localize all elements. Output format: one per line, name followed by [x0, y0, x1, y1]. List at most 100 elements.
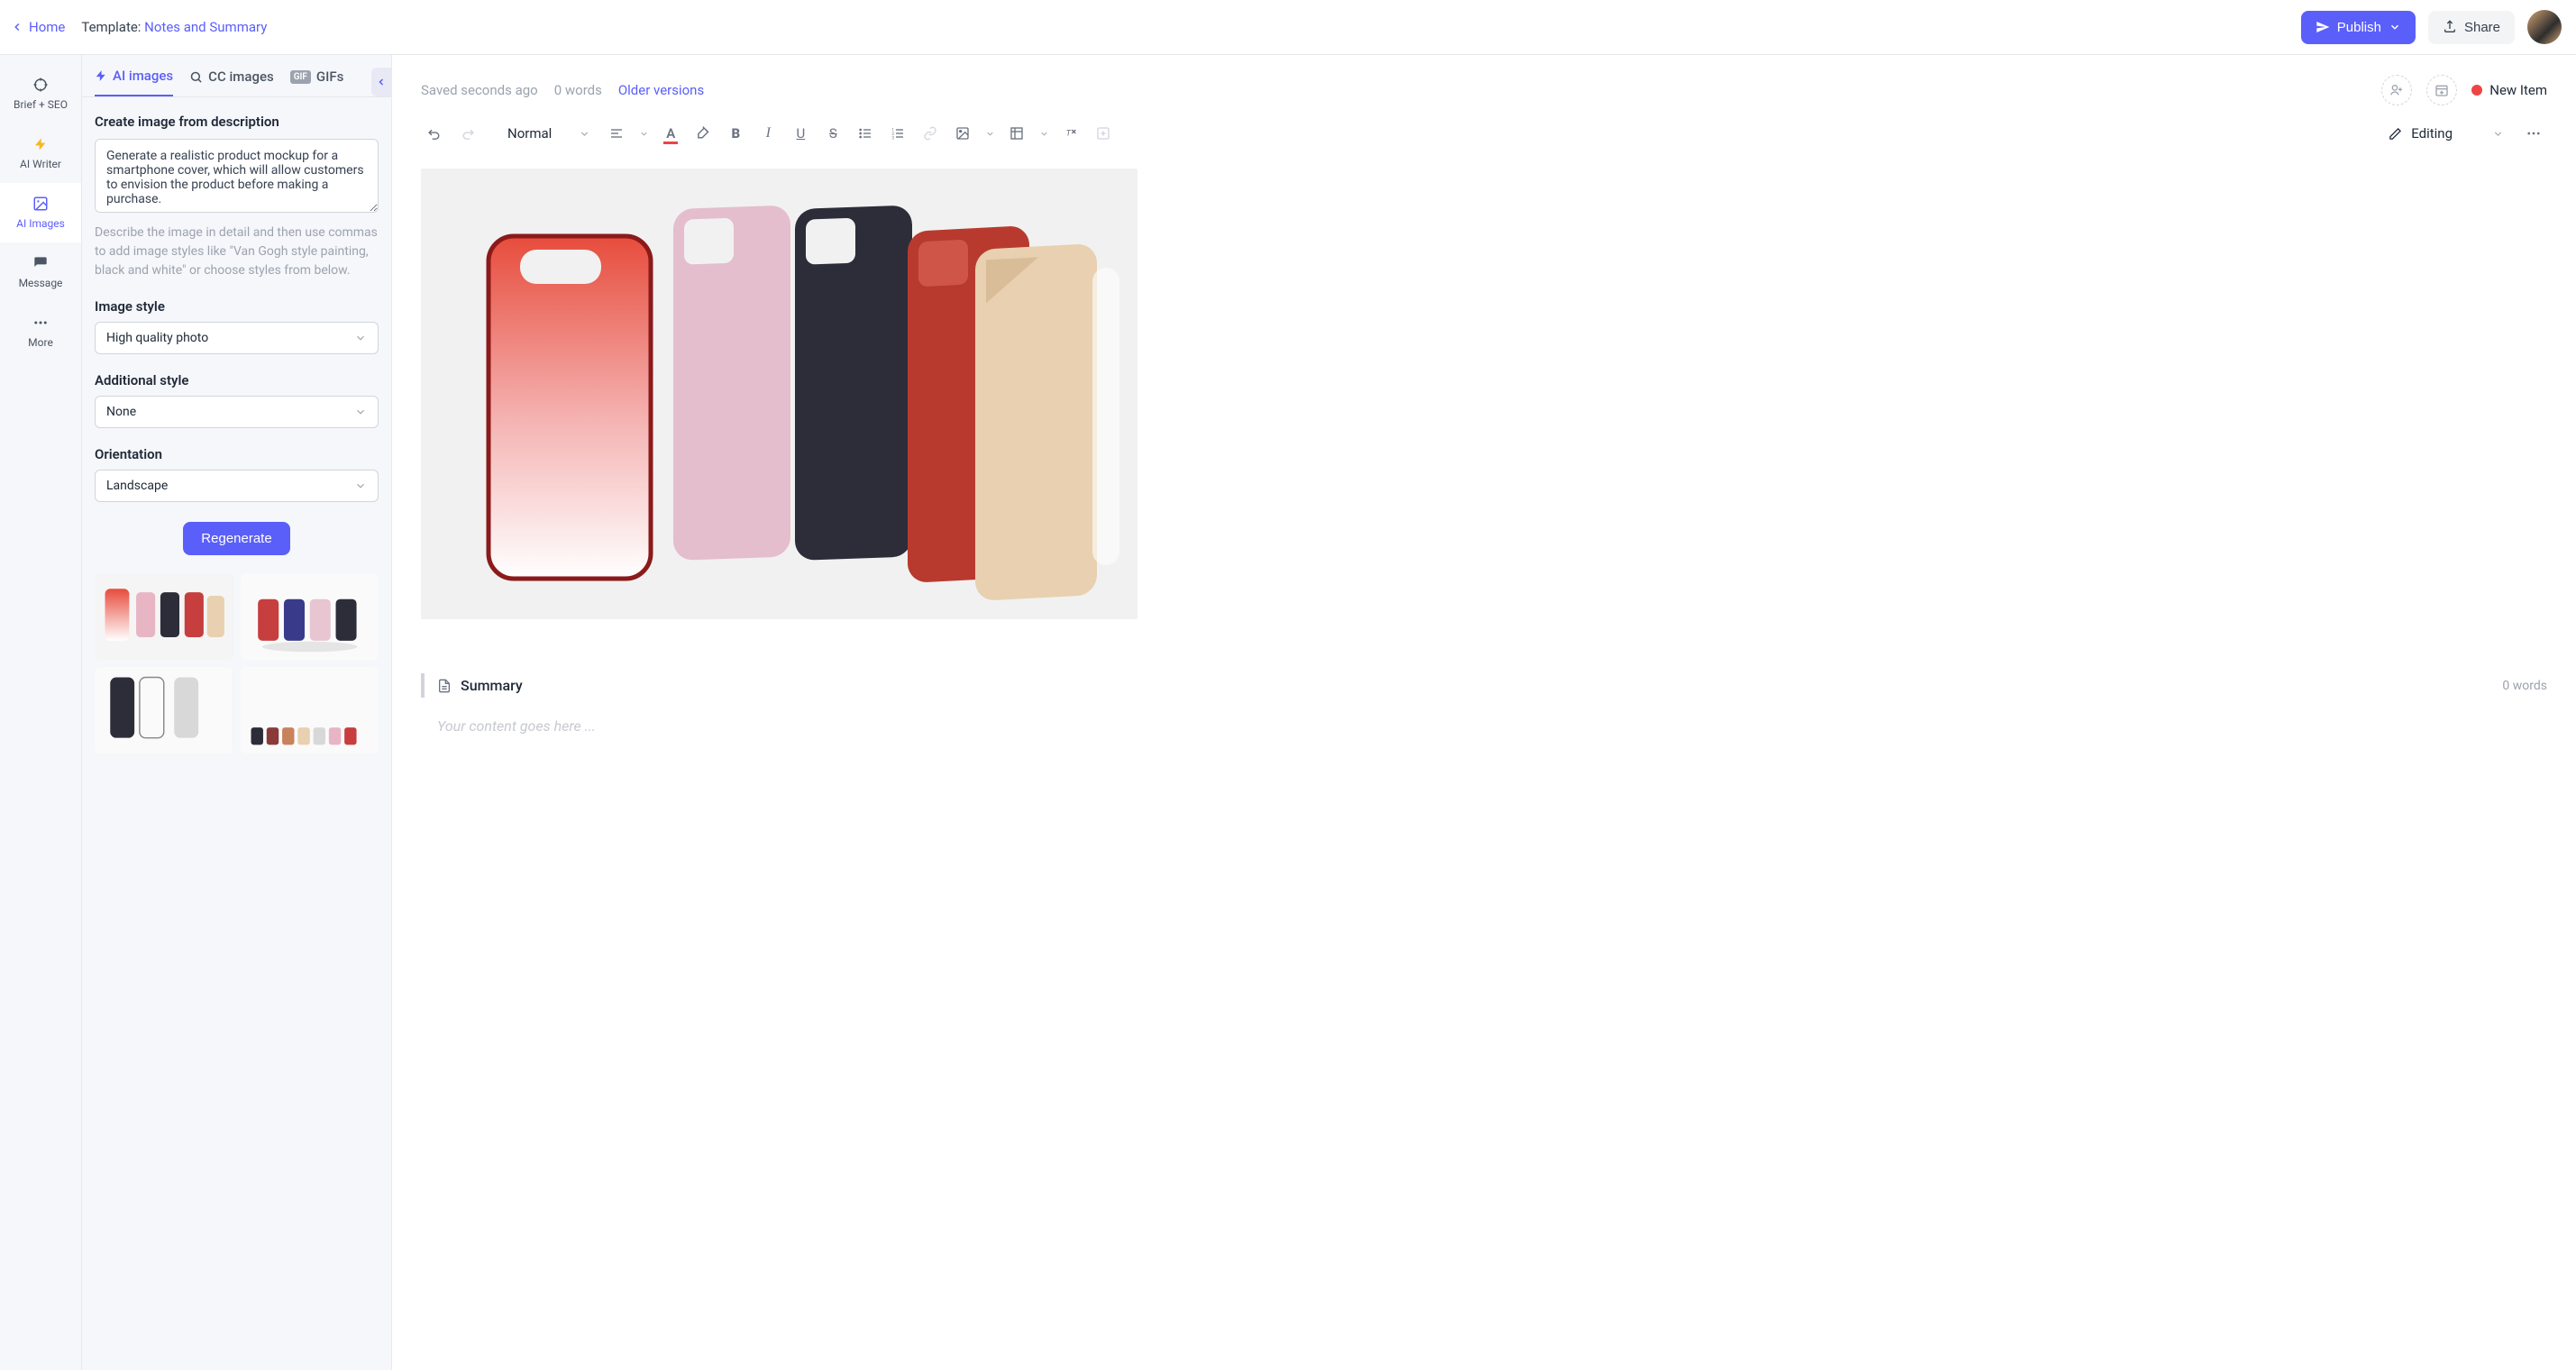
- align-button[interactable]: [603, 120, 630, 147]
- share-label: Share: [2464, 20, 2500, 35]
- nav-brief-seo[interactable]: Brief + SEO: [0, 64, 81, 123]
- summary-header: Summary 0 words: [421, 673, 2547, 698]
- font-color-button[interactable]: A: [657, 120, 684, 147]
- thumbnail-2[interactable]: [241, 573, 379, 660]
- align-left-icon: [609, 126, 624, 141]
- number-list-icon: 123: [891, 126, 905, 141]
- dots-icon: [2526, 125, 2542, 142]
- add-calendar-button[interactable]: [2426, 75, 2457, 105]
- strike-button[interactable]: S: [819, 120, 846, 147]
- bold-button[interactable]: B: [722, 120, 749, 147]
- bold-icon: B: [731, 125, 740, 142]
- insert-button[interactable]: [1090, 120, 1117, 147]
- image-icon: [32, 196, 49, 212]
- publish-button[interactable]: Publish: [2301, 11, 2416, 44]
- undo-button[interactable]: [421, 120, 448, 147]
- orientation-select[interactable]: Landscape: [95, 470, 379, 502]
- new-item-label: New Item: [2489, 82, 2547, 98]
- chevron-left-icon: [376, 77, 387, 87]
- highlight-button[interactable]: [690, 120, 717, 147]
- left-nav: Brief + SEO AI Writer AI Images Message …: [0, 55, 82, 1370]
- format-select[interactable]: Normal: [500, 125, 598, 142]
- table-button[interactable]: [1003, 120, 1030, 147]
- plus-box-icon: [1096, 126, 1110, 141]
- sidebar-panel: AI images CC images GIF GIFs Create imag…: [82, 55, 392, 1370]
- chevron-down-icon: [1039, 129, 1049, 139]
- style-select[interactable]: High quality photo: [95, 322, 379, 354]
- tab-cc-images[interactable]: CC images: [189, 68, 274, 96]
- nav-message[interactable]: Message: [0, 242, 81, 302]
- nav-label: Brief + SEO: [14, 98, 68, 111]
- nav-more[interactable]: More: [0, 302, 81, 361]
- chevron-left-icon: [11, 21, 23, 33]
- summary-block: Summary 0 words Your content goes here .…: [421, 673, 2547, 735]
- summary-word-count: 0 words: [2502, 679, 2547, 693]
- thumbnail-1[interactable]: [95, 573, 233, 660]
- nav-ai-images[interactable]: AI Images: [0, 183, 81, 242]
- undo-icon: [427, 126, 443, 142]
- editor-meta: Saved seconds ago 0 words Older versions…: [392, 55, 2576, 114]
- collapse-sidebar-button[interactable]: [371, 68, 391, 96]
- bullet-list-icon: [858, 126, 872, 141]
- home-label: Home: [29, 19, 65, 35]
- nav-ai-writer[interactable]: AI Writer: [0, 123, 81, 183]
- template-link[interactable]: Notes and Summary: [144, 19, 267, 35]
- link-button[interactable]: [917, 120, 944, 147]
- chevron-down-icon: [639, 129, 649, 139]
- meta-right: New Item: [2381, 75, 2547, 105]
- help-text: Describe the image in detail and then us…: [95, 224, 379, 280]
- italic-icon: I: [766, 125, 771, 142]
- style-value: High quality photo: [106, 331, 208, 345]
- redo-button[interactable]: [453, 120, 480, 147]
- topbar-right: Publish Share: [2301, 10, 2562, 44]
- image-button[interactable]: [949, 120, 976, 147]
- additional-select[interactable]: None: [95, 396, 379, 428]
- table-dropdown[interactable]: [1036, 120, 1052, 147]
- search-icon: [189, 70, 203, 84]
- underline-button[interactable]: U: [787, 120, 814, 147]
- tab-gifs[interactable]: GIF GIFs: [290, 68, 344, 96]
- create-title: Create image from description: [95, 114, 379, 130]
- editing-mode[interactable]: Editing: [2378, 125, 2515, 142]
- calendar-plus-icon: [2434, 83, 2449, 97]
- clear-format-button[interactable]: T: [1057, 120, 1084, 147]
- tab-label: GIFs: [316, 68, 343, 85]
- more-button[interactable]: [2520, 120, 2547, 147]
- hero-image[interactable]: [421, 169, 1137, 619]
- chevron-down-icon: [354, 480, 367, 492]
- user-plus-icon: [2389, 83, 2404, 97]
- content-placeholder[interactable]: Your content goes here ...: [421, 717, 2547, 735]
- editing-label: Editing: [2411, 125, 2453, 142]
- italic-button[interactable]: I: [754, 120, 781, 147]
- regenerate-button[interactable]: Regenerate: [183, 522, 289, 555]
- bullet-list-button[interactable]: [852, 120, 879, 147]
- number-list-button[interactable]: 123: [884, 120, 911, 147]
- format-value: Normal: [507, 125, 552, 142]
- additional-label: Additional style: [95, 372, 379, 388]
- align-dropdown[interactable]: [635, 120, 652, 147]
- add-user-button[interactable]: [2381, 75, 2412, 105]
- tab-ai-images[interactable]: AI images: [95, 68, 173, 96]
- older-versions-link[interactable]: Older versions: [618, 82, 704, 98]
- status-dot-red: [2471, 85, 2482, 96]
- template-breadcrumb: Template: Notes and Summary: [81, 19, 267, 35]
- word-count: 0 words: [554, 82, 602, 98]
- prompt-input[interactable]: [95, 139, 379, 213]
- redo-icon: [460, 126, 475, 142]
- avatar[interactable]: [2527, 10, 2562, 44]
- chevron-down-icon: [354, 406, 367, 418]
- pencil-icon: [2389, 127, 2402, 141]
- underline-icon: U: [796, 125, 805, 142]
- topbar-left: Home Template: Notes and Summary: [11, 19, 267, 35]
- new-item-status[interactable]: New Item: [2471, 82, 2547, 98]
- thumbnail-3[interactable]: [95, 667, 233, 754]
- thumbnail-4[interactable]: [241, 667, 379, 754]
- chevron-down-icon: [579, 128, 590, 140]
- saved-status: Saved seconds ago: [421, 82, 538, 98]
- image-dropdown[interactable]: [982, 120, 998, 147]
- tab-label: CC images: [208, 68, 274, 85]
- table-icon: [1009, 126, 1024, 141]
- editor: Saved seconds ago 0 words Older versions…: [392, 55, 2576, 1370]
- share-button[interactable]: Share: [2428, 11, 2515, 44]
- home-link[interactable]: Home: [11, 19, 65, 35]
